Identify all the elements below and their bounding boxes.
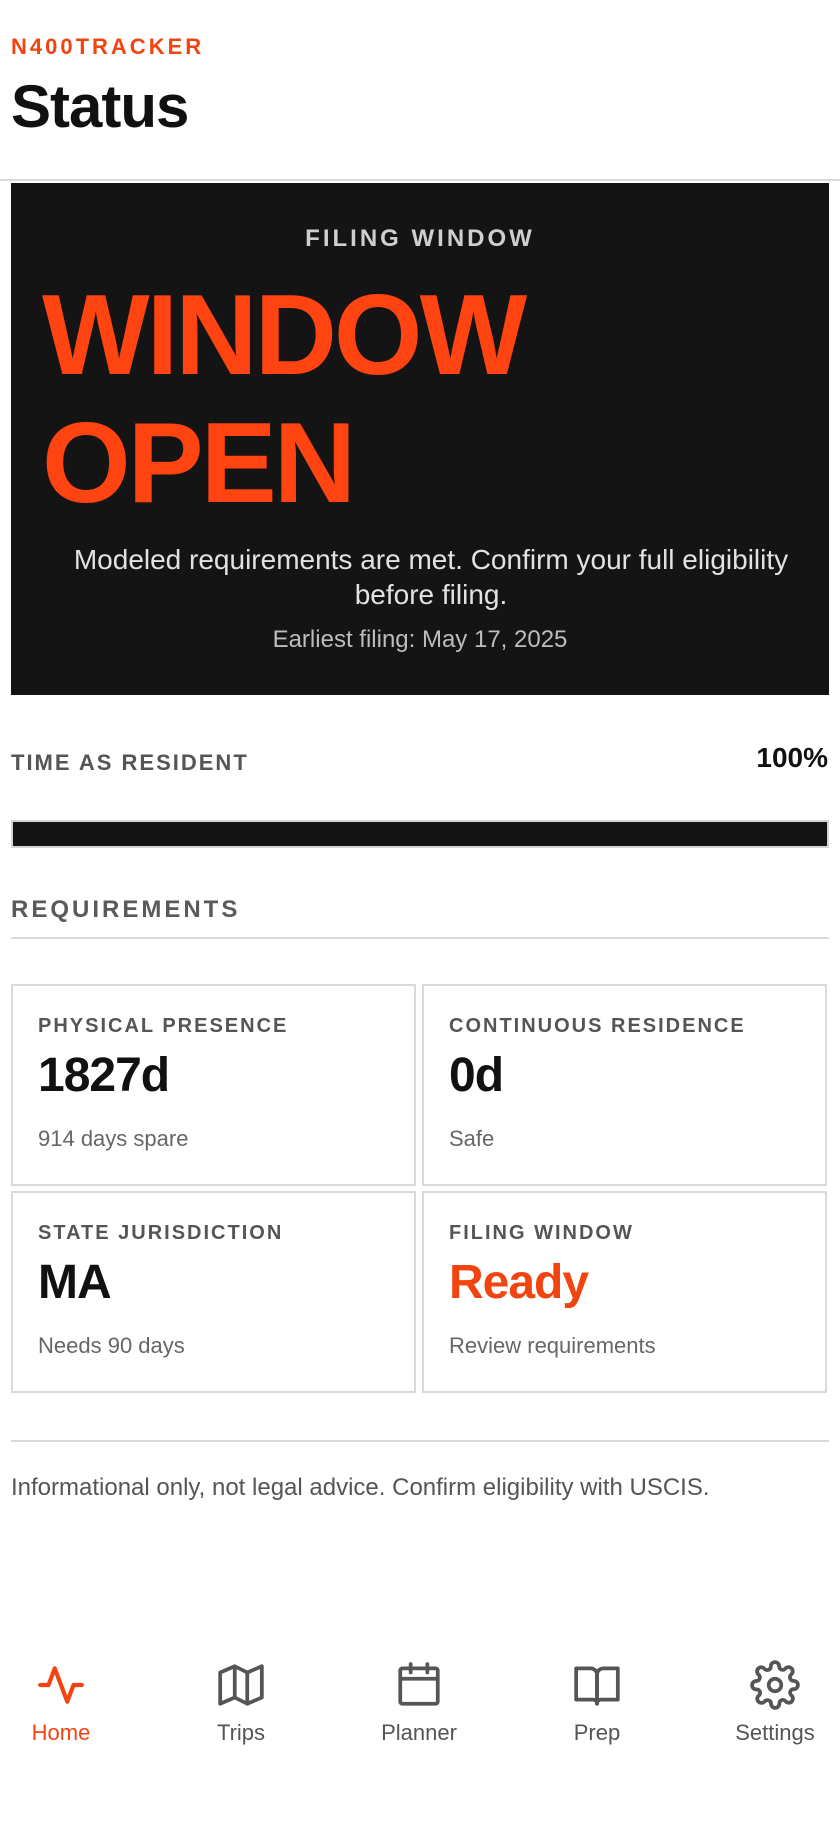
card-subtext: Review requirements <box>449 1333 656 1358</box>
card-label: PHYSICAL PRESENCE <box>38 1015 289 1037</box>
disclaimer: Informational only, not legal advice. Co… <box>11 1474 710 1501</box>
card-subtext: 914 days spare <box>38 1126 189 1151</box>
progress-value: 100% <box>756 742 828 773</box>
tab-home[interactable]: Home <box>0 1660 136 1770</box>
card-filing-window: FILING WINDOW Ready Review requirements <box>422 1191 827 1393</box>
tab-label: Trips <box>216 1720 266 1745</box>
tab-planner[interactable]: Planner <box>344 1660 494 1770</box>
tab-trips[interactable]: Trips <box>166 1660 316 1770</box>
card-physical-presence: PHYSICAL PRESENCE 1827d 914 days spare <box>11 984 416 1186</box>
card-subtext: Safe <box>449 1126 495 1151</box>
card-label: CONTINUOUS RESIDENCE <box>449 1015 746 1037</box>
hero-eyebrow: FILING WINDOW <box>305 225 535 252</box>
header: N400TRACKER Status <box>0 0 840 181</box>
calendar-icon <box>398 1662 440 1706</box>
activity-icon <box>38 1666 84 1704</box>
earliest-filing-date: Earliest filing: May 17, 2025 <box>272 626 568 653</box>
hero-status-line-2: OPEN <box>42 400 356 527</box>
card-label: STATE JURISDICTION <box>38 1222 284 1244</box>
card-label: FILING WINDOW <box>449 1222 634 1244</box>
hero-description: Modeled requirements are met. Confirm yo… <box>73 544 789 610</box>
card-state-jurisdiction: STATE JURISDICTION MA Needs 90 days <box>11 1191 416 1393</box>
bottom-tab-bar: Home Trips Planner Prep Settings <box>0 1660 840 1770</box>
hero-status-line-1: WINDOW <box>42 272 527 399</box>
tab-prep[interactable]: Prep <box>522 1660 672 1770</box>
brand-logo-text: N400TRACKER <box>11 34 205 59</box>
card-value: MA <box>38 1256 112 1309</box>
progress-fill <box>13 822 827 846</box>
resident-progress-bar <box>11 820 829 848</box>
tab-label: Prep <box>573 1720 621 1745</box>
status-screen: N400TRACKER Status FILING WINDOW WINDOW … <box>0 0 840 1824</box>
card-value: Ready <box>449 1256 589 1309</box>
book-icon <box>574 1666 620 1706</box>
tab-label: Settings <box>735 1720 815 1745</box>
page-title: Status <box>11 73 189 140</box>
card-value: 0d <box>449 1049 504 1102</box>
footer-divider <box>11 1440 829 1442</box>
progress-label: TIME AS RESIDENT <box>11 750 249 775</box>
gear-icon <box>750 1660 800 1710</box>
map-icon <box>218 1664 264 1706</box>
tab-label: Planner <box>381 1720 457 1745</box>
tab-label: Home <box>31 1720 91 1745</box>
section-title-requirements: REQUIREMENTS <box>11 896 241 923</box>
section-divider <box>11 937 829 939</box>
hero-status: WINDOW OPEN <box>42 272 802 528</box>
card-continuous-residence: CONTINUOUS RESIDENCE 0d Safe <box>422 984 827 1186</box>
card-subtext: Needs 90 days <box>38 1333 185 1358</box>
card-value: 1827d <box>38 1049 170 1102</box>
tab-settings[interactable]: Settings <box>700 1660 840 1770</box>
